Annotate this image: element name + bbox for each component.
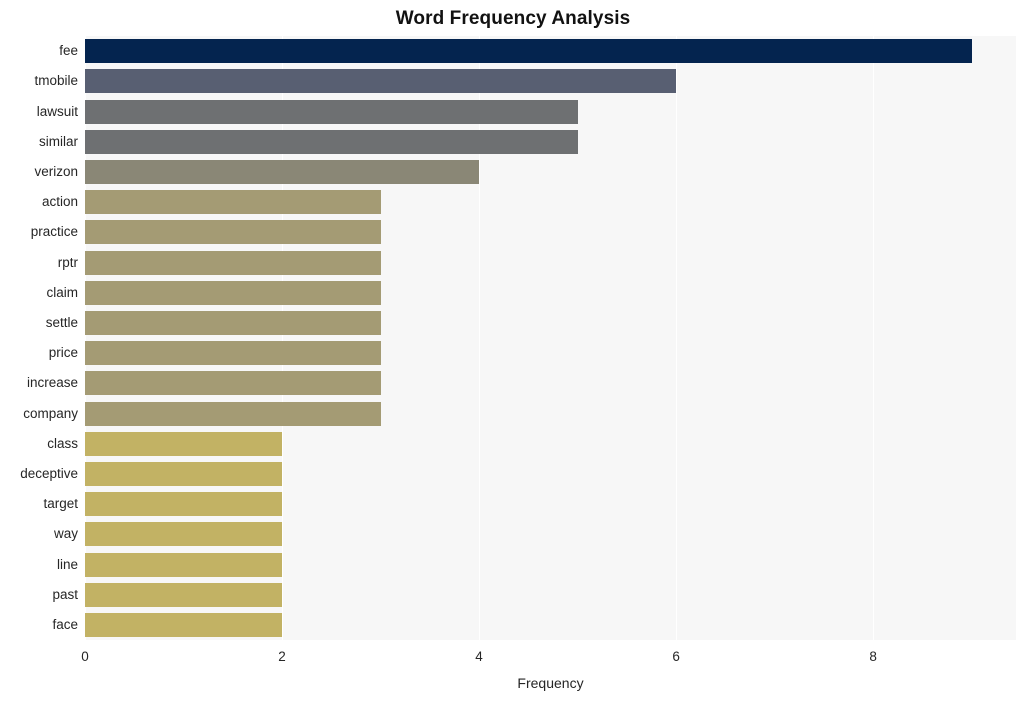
chart-title: Word Frequency Analysis [395, 8, 631, 29]
bar-verizon[interactable] [85, 159, 480, 184]
x-tick-label-0: 0 [81, 649, 89, 664]
y-axis-tick-labels: fee tmobile lawsuit similar verizon action pra… [0, 36, 78, 640]
y-tick-label-price: price [48, 345, 78, 361]
bar-deceptive[interactable] [85, 461, 283, 486]
y-tick-label-tmobile: tmobile [34, 73, 78, 89]
x-tick-label-2: 2 [278, 649, 286, 664]
y-tick-label-target: target [43, 496, 78, 512]
bar-increase[interactable] [85, 371, 381, 396]
y-tick-label-company: company [23, 405, 78, 421]
y-tick-label-practice: practice [30, 224, 78, 240]
x-tick-label-8: 8 [869, 649, 877, 664]
bar-claim[interactable] [85, 280, 381, 305]
y-tick-label-claim: claim [46, 284, 78, 300]
bar-company[interactable] [85, 401, 381, 426]
gridline-x-6 [676, 36, 678, 640]
y-tick-label-line: line [56, 556, 78, 572]
y-tick-label-action: action [41, 194, 78, 210]
bar-tmobile[interactable] [85, 69, 677, 94]
bar-price[interactable] [85, 341, 381, 366]
gridline-x-8 [873, 36, 875, 640]
y-tick-label-way: way [53, 526, 78, 542]
plot-area [85, 36, 1016, 640]
y-tick-label-rptr: rptr [57, 254, 78, 270]
y-tick-label-fee: fee [59, 43, 78, 59]
y-tick-label-increase: increase [26, 375, 78, 391]
y-tick-label-lawsuit: lawsuit [36, 103, 78, 119]
bar-similar[interactable] [85, 129, 578, 154]
x-tick-label-4: 4 [475, 649, 483, 664]
bar-action[interactable] [85, 190, 381, 215]
x-tick-label-6: 6 [672, 649, 680, 664]
x-axis-title: Frequency [517, 675, 584, 691]
bar-past[interactable] [85, 582, 283, 607]
bar-lawsuit[interactable] [85, 99, 578, 124]
y-tick-label-similar: similar [39, 133, 78, 149]
word-frequency-chart: Word Frequency Analysis fee tmobile lawsui… [0, 0, 1026, 701]
bar-settle[interactable] [85, 310, 381, 335]
x-axis-tick-labels: 0 2 4 6 8 [0, 648, 1026, 668]
bar-class[interactable] [85, 431, 283, 456]
bar-target[interactable] [85, 492, 283, 517]
y-tick-label-face: face [52, 616, 78, 632]
y-tick-label-deceptive: deceptive [20, 465, 78, 481]
gridline-x-4 [479, 36, 481, 640]
y-tick-label-class: class [47, 435, 78, 451]
y-tick-label-past: past [52, 586, 78, 602]
bar-fee[interactable] [85, 39, 972, 64]
bar-face[interactable] [85, 612, 283, 637]
bar-way[interactable] [85, 522, 283, 547]
bar-practice[interactable] [85, 220, 381, 245]
bar-rptr[interactable] [85, 250, 381, 275]
gridline-x-0 [85, 36, 86, 640]
y-tick-label-verizon: verizon [34, 163, 78, 179]
gridline-x-2 [282, 36, 284, 640]
bar-line[interactable] [85, 552, 283, 577]
y-tick-label-settle: settle [45, 314, 78, 330]
